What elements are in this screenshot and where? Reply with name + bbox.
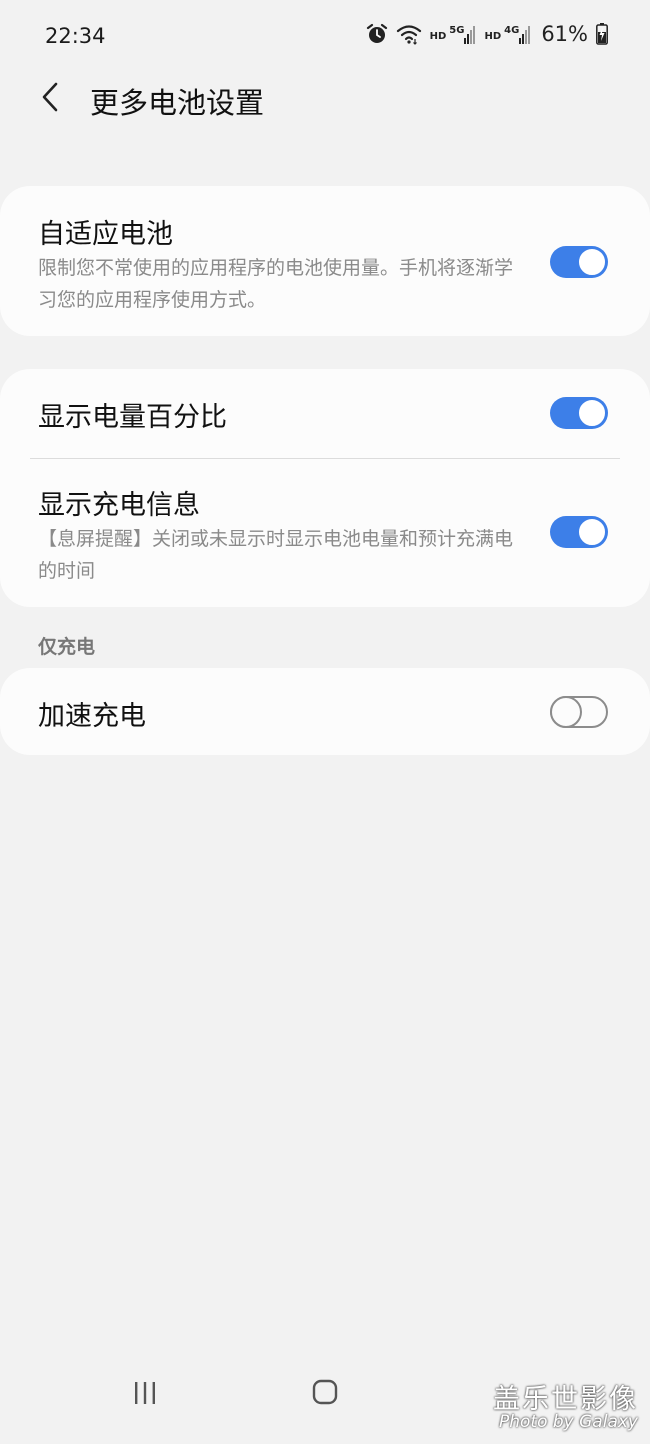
toggle-knob [577,517,607,547]
adaptive-battery-description: 限制您不常使用的应用程序的电池使用量。手机将逐渐学习您的应用程序使用方式。 [38,257,514,311]
adaptive-battery-title: 自适应电池 [38,219,173,250]
network-hd-label: HD [484,31,502,42]
status-time: 22:34 [45,24,106,48]
toggle-knob [577,398,607,428]
watermark: 盖乐世影像 Photo by Galaxy [493,1383,638,1433]
adaptive-battery-row[interactable]: 自适应电池 限制您不常使用的应用程序的电池使用量。手机将逐渐学习您的应用程序使用… [0,186,650,336]
charging-section-label: 仅充电 [38,636,96,658]
network-generation-label: 5G [449,25,465,36]
header: 更多电池设置 [0,74,650,124]
watermark-main-text: 盖乐世影像 [493,1383,638,1415]
show-battery-percent-row[interactable]: 显示电量百分比 [0,369,650,458]
fast-charging-row[interactable]: 加速充电 [0,668,650,755]
fast-charging-toggle[interactable] [550,696,608,728]
status-icons: HD 5G HD 4G 61% [366,22,608,46]
signal-icon [519,24,531,44]
network-2: HD 4G [484,24,531,44]
recent-apps-icon [132,1380,158,1410]
fast-charging-card: 加速充电 [0,668,650,755]
show-battery-percent-toggle[interactable] [550,397,608,429]
fast-charging-title: 加速充电 [38,701,146,732]
show-charging-info-description: 【息屏提醒】关闭或未显示时显示电池电量和预计充满电的时间 [38,528,514,582]
back-arrow-icon [40,81,60,117]
nav-bar: 盖乐世影像 Photo by Galaxy [0,1364,650,1444]
network-hd-label: HD [429,31,447,42]
network-1: HD 5G [430,24,477,44]
show-charging-info-row[interactable]: 显示充电信息 【息屏提醒】关闭或未显示时显示电池电量和预计充满电的时间 [0,459,650,607]
battery-charging-icon [596,23,608,45]
signal-icon [464,24,476,44]
network-generation-label: 4G [504,25,520,36]
back-button[interactable] [28,74,72,124]
recent-apps-button[interactable] [130,1380,160,1410]
alarm-icon [366,23,388,45]
page-title: 更多电池设置 [90,86,265,120]
show-battery-percent-title: 显示电量百分比 [38,402,227,433]
home-button[interactable] [309,1378,341,1410]
display-settings-card: 显示电量百分比 显示充电信息 【息屏提醒】关闭或未显示时显示电池电量和预计充满电… [0,369,650,607]
wifi-icon [396,23,422,45]
show-charging-info-toggle[interactable] [550,516,608,548]
battery-percent: 61% [541,22,588,46]
toggle-knob [550,696,582,728]
toggle-knob [577,247,607,277]
show-charging-info-title: 显示充电信息 [38,490,200,521]
status-bar: 22:34 HD 5G HD 4G 61% [0,0,650,74]
watermark-sub-text: Photo by Galaxy [498,1412,638,1433]
adaptive-battery-card: 自适应电池 限制您不常使用的应用程序的电池使用量。手机将逐渐学习您的应用程序使用… [0,186,650,336]
home-icon [311,1378,339,1410]
screen: 22:34 HD 5G HD 4G 61% 更多电池设置 自适应电池 限制您不常… [0,0,650,1444]
adaptive-battery-toggle[interactable] [550,246,608,278]
